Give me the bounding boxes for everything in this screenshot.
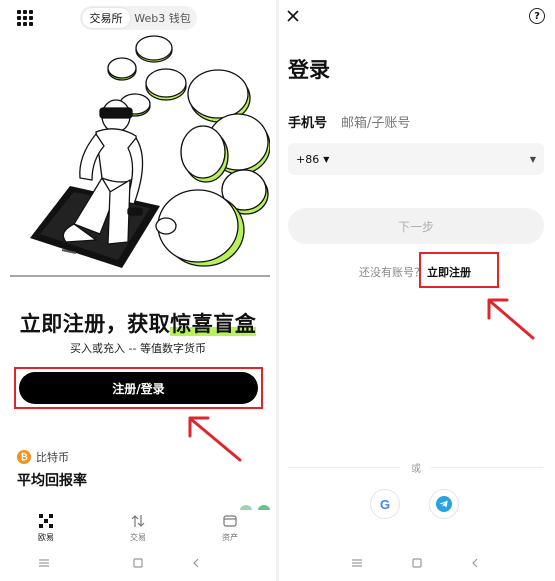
login-method-tabs: 手机号 邮箱/子账号: [288, 112, 424, 131]
tab-assets[interactable]: 资产: [184, 510, 276, 546]
phone-input[interactable]: [337, 153, 530, 165]
help-icon[interactable]: ?: [529, 8, 545, 24]
tab-web3-wallet[interactable]: Web3 钱包: [130, 8, 195, 28]
tab-label: 欧易: [38, 532, 54, 542]
chevron-down-icon[interactable]: ▼: [530, 155, 536, 164]
back-chevron-icon[interactable]: [469, 557, 481, 569]
okx-logo-icon: [39, 513, 53, 528]
tab-label: 交易: [130, 532, 146, 542]
system-nav-bar: [279, 553, 555, 575]
register-now-link[interactable]: 立即注册: [427, 264, 471, 280]
divider-line: [288, 467, 400, 468]
no-account-text: 还没有账号？: [359, 266, 425, 279]
annotation-arrow-icon: [188, 416, 242, 462]
tab-email-subaccount[interactable]: 邮箱/子账号: [341, 112, 410, 131]
wallet-icon: [223, 514, 237, 527]
okx-home-screen: 交易所 Web3 钱包 立即注册，获取惊喜盲盒 买入或充入 -- 等值数字货币 …: [0, 0, 276, 581]
menu-grid-icon[interactable]: [17, 10, 33, 26]
section-title: 平均回报率: [17, 473, 87, 489]
register-login-button[interactable]: 注册/登录: [19, 372, 258, 404]
promo-headline: 立即注册，获取惊喜盲盒: [0, 308, 276, 338]
home-square-icon[interactable]: [132, 557, 144, 569]
tab-exchange[interactable]: 交易所: [82, 8, 130, 28]
hero-illustration: [10, 35, 270, 277]
google-login-button[interactable]: G: [370, 489, 400, 519]
phone-field[interactable]: +86 ▼ ▼: [288, 143, 544, 175]
recent-apps-icon[interactable]: [38, 557, 50, 569]
mode-switch: 交易所 Web3 钱包: [80, 6, 197, 30]
tab-phone[interactable]: 手机号: [288, 112, 327, 131]
country-code[interactable]: +86: [296, 153, 319, 166]
promo-subline: 买入或充入 -- 等值数字货币: [70, 342, 206, 355]
headline-text: 立即注册，获取: [19, 312, 171, 336]
telegram-icon: [436, 496, 452, 512]
system-nav-bar: [0, 553, 276, 575]
okx-login-screen: ? 登录 手机号 邮箱/子账号 +86 ▼ ▼ 下一步 还没有账号？ 立即注册 …: [279, 0, 555, 581]
divider-line: [431, 467, 543, 468]
telegram-login-button[interactable]: [429, 489, 459, 519]
bottom-tab-bar: 欧易 交易 资产: [0, 510, 276, 546]
coin-label: 比特币: [36, 451, 69, 464]
country-caret-icon[interactable]: ▼: [323, 155, 329, 164]
trade-arrows-icon: [131, 514, 145, 527]
bitcoin-icon: ₿: [17, 450, 31, 464]
coin-avatars-icon: [240, 505, 270, 510]
home-square-icon[interactable]: [411, 557, 423, 569]
tab-trade[interactable]: 交易: [92, 510, 184, 546]
tab-label: 资产: [222, 532, 238, 542]
annotation-arrow-icon: [487, 298, 535, 340]
tab-okx[interactable]: 欧易: [0, 510, 92, 546]
recent-apps-icon[interactable]: [351, 557, 363, 569]
next-step-button[interactable]: 下一步: [288, 208, 544, 244]
back-chevron-icon[interactable]: [190, 557, 202, 569]
headline-highlight: 惊喜盲盒: [170, 312, 257, 336]
google-icon: G: [379, 496, 391, 512]
coin-row[interactable]: ₿ 比特币: [17, 449, 69, 465]
page-title: 登录: [288, 58, 330, 82]
or-divider-text: 或: [411, 464, 421, 475]
close-icon[interactable]: [285, 8, 301, 24]
